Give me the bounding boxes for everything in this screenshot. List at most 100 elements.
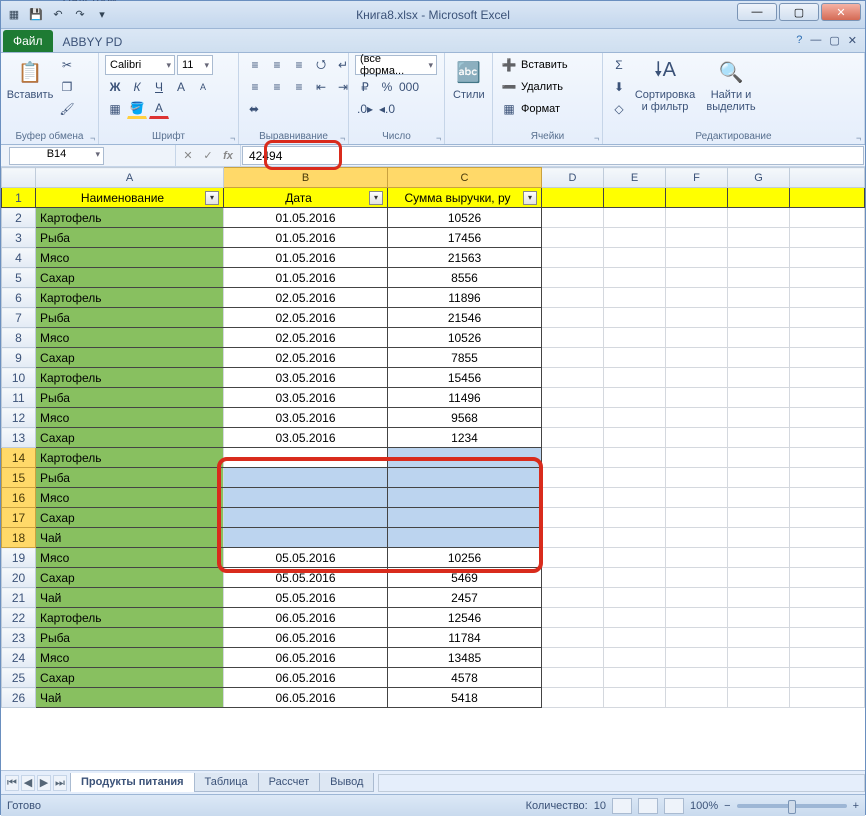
sort-filter-button[interactable]: 🠗A Сортировка и фильтр [633, 55, 697, 113]
row-header[interactable]: 11 [2, 388, 36, 408]
cell[interactable] [666, 508, 728, 528]
cell[interactable] [666, 348, 728, 368]
cell[interactable] [728, 288, 790, 308]
cell[interactable] [728, 648, 790, 668]
cell[interactable] [666, 568, 728, 588]
cell[interactable] [542, 448, 604, 468]
enter-formula-icon[interactable]: ✓ [200, 149, 216, 162]
format-painter-icon[interactable]: 🖌 [57, 99, 77, 119]
cell[interactable]: Рыба [36, 308, 224, 328]
cell[interactable]: 02.05.2016 [224, 288, 388, 308]
table-row[interactable]: 7Рыба02.05.201621546 [2, 308, 865, 328]
cell[interactable] [542, 528, 604, 548]
cell[interactable]: Мясо [36, 328, 224, 348]
table-row[interactable]: 25Сахар06.05.20164578 [2, 668, 865, 688]
cell[interactable] [604, 408, 666, 428]
worksheet-grid[interactable]: A B C D E F G 1 Наименование▾ Дата▾ Сумм… [1, 167, 865, 770]
percent-icon[interactable]: % [377, 77, 397, 97]
cell[interactable]: 03.05.2016 [224, 408, 388, 428]
autosum-icon[interactable]: Σ [609, 55, 629, 75]
cell[interactable]: 03.05.2016 [224, 428, 388, 448]
cell[interactable] [666, 388, 728, 408]
row-header[interactable]: 4 [2, 248, 36, 268]
cell[interactable] [542, 468, 604, 488]
cell[interactable]: Картофель [36, 448, 224, 468]
cell[interactable]: 12546 [388, 608, 542, 628]
font-color-icon[interactable]: A [149, 99, 169, 119]
table-row[interactable]: 14Картофель [2, 448, 865, 468]
cell[interactable]: Картофель [36, 608, 224, 628]
align-middle-icon[interactable]: ≡ [267, 55, 287, 75]
cell[interactable] [728, 488, 790, 508]
row-header[interactable]: 14 [2, 448, 36, 468]
cell[interactable]: 02.05.2016 [224, 308, 388, 328]
help-icon[interactable]: ? [796, 34, 802, 50]
cell[interactable] [542, 288, 604, 308]
row-header[interactable]: 16 [2, 488, 36, 508]
comma-icon[interactable]: 000 [399, 77, 419, 97]
cell[interactable] [388, 468, 542, 488]
cell[interactable] [666, 408, 728, 428]
cell[interactable] [604, 248, 666, 268]
paste-button[interactable]: 📋 Вставить [7, 55, 53, 101]
cell[interactable] [790, 628, 865, 648]
cell[interactable] [728, 268, 790, 288]
cell[interactable]: Чай [36, 528, 224, 548]
cell[interactable] [388, 448, 542, 468]
sheet-nav-first-icon[interactable]: ⏮ [5, 775, 19, 791]
table-row[interactable]: 21Чай05.05.20162457 [2, 588, 865, 608]
cell[interactable] [790, 688, 865, 708]
cell[interactable]: 15456 [388, 368, 542, 388]
cell[interactable] [604, 468, 666, 488]
cell[interactable]: Мясо [36, 408, 224, 428]
cell[interactable] [604, 688, 666, 708]
orientation-icon[interactable]: ⭯ [311, 55, 331, 75]
row-header[interactable]: 2 [2, 208, 36, 228]
inc-decimal-icon[interactable]: .0▸ [355, 99, 375, 119]
cell[interactable]: 5469 [388, 568, 542, 588]
merge-icon[interactable]: ⬌ [245, 99, 263, 119]
col-header-c[interactable]: C [388, 168, 542, 188]
cell[interactable] [542, 648, 604, 668]
table-row[interactable]: 11Рыба03.05.201611496 [2, 388, 865, 408]
table-row[interactable]: 20Сахар05.05.20165469 [2, 568, 865, 588]
cell[interactable] [728, 248, 790, 268]
cell[interactable] [604, 288, 666, 308]
fill-icon[interactable]: ⬇ [609, 77, 629, 97]
table-row[interactable]: 24Мясо06.05.201613485 [2, 648, 865, 668]
cell[interactable] [604, 668, 666, 688]
table-row[interactable]: 9Сахар02.05.20167855 [2, 348, 865, 368]
bold-button[interactable]: Ж [105, 77, 125, 97]
cell[interactable]: 06.05.2016 [224, 688, 388, 708]
row-header[interactable]: 9 [2, 348, 36, 368]
cell[interactable] [542, 348, 604, 368]
cell[interactable] [224, 468, 388, 488]
fx-icon[interactable]: fx [220, 150, 236, 162]
cell[interactable]: Сахар [36, 568, 224, 588]
filter-icon[interactable]: ▾ [369, 191, 383, 205]
row-header[interactable]: 24 [2, 648, 36, 668]
cell[interactable] [728, 368, 790, 388]
cell[interactable] [666, 668, 728, 688]
cell[interactable] [604, 308, 666, 328]
cell[interactable]: 01.05.2016 [224, 208, 388, 228]
col-header-d[interactable]: D [542, 168, 604, 188]
table-row[interactable]: 23Рыба06.05.201611784 [2, 628, 865, 648]
cell[interactable] [790, 328, 865, 348]
cell[interactable] [542, 408, 604, 428]
cell[interactable]: 5418 [388, 688, 542, 708]
cell[interactable] [666, 228, 728, 248]
cell[interactable] [790, 528, 865, 548]
cell[interactable] [224, 528, 388, 548]
cell[interactable] [604, 388, 666, 408]
col-header-g[interactable]: G [728, 168, 790, 188]
delete-cells-label[interactable]: Удалить [521, 81, 563, 93]
col-header-f[interactable]: F [666, 168, 728, 188]
table-row[interactable]: 16Мясо [2, 488, 865, 508]
cell[interactable]: Сахар [36, 268, 224, 288]
filter-icon[interactable]: ▾ [205, 191, 219, 205]
cell[interactable] [604, 548, 666, 568]
cell[interactable] [728, 508, 790, 528]
cell[interactable] [728, 228, 790, 248]
row-header[interactable]: 7 [2, 308, 36, 328]
